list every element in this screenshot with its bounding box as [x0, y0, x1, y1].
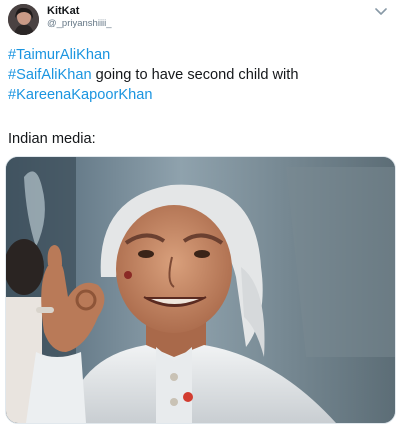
tweet-line-2: #SaifAliKhan going to have second child … [8, 65, 392, 85]
user-handle[interactable]: @_priyanshiiii_ [47, 18, 112, 30]
tweet-text: #TaimurAliKhan #SaifAliKhan going to hav… [8, 45, 392, 105]
tweet-line-3: #KareenaKapoorKhan [8, 85, 392, 105]
tweet-line-1: #TaimurAliKhan [8, 45, 392, 65]
chevron-down-icon [375, 8, 387, 15]
hashtag-link[interactable]: #KareenaKapoorKhan [8, 87, 152, 103]
avatar[interactable] [8, 4, 39, 35]
tweet-body-text: going to have second child with [91, 67, 299, 83]
tweet-card: KitKat @_priyanshiiii_ #TaimurAliKhan #S… [0, 0, 400, 429]
display-name[interactable]: KitKat [47, 4, 112, 18]
tweet-media-image[interactable] [5, 156, 396, 424]
tweet-menu-button[interactable] [374, 5, 388, 19]
hashtag-link[interactable]: #SaifAliKhan [8, 67, 92, 83]
hashtag-link[interactable]: #TaimurAliKhan [8, 47, 110, 63]
media-caption: Indian media: [8, 131, 96, 147]
author-info: KitKat @_priyanshiiii_ [47, 4, 112, 30]
